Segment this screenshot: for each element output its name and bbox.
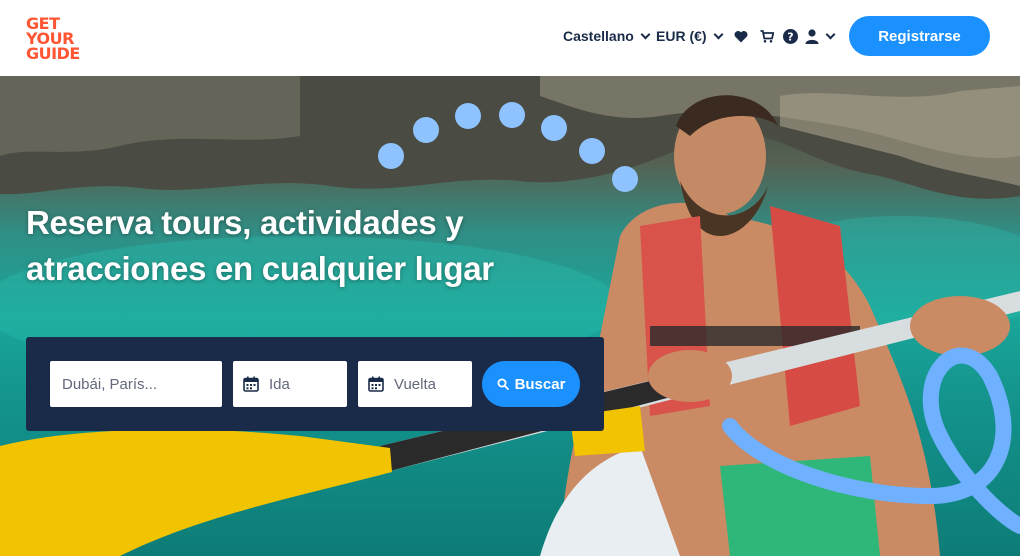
start-date-label: Ida bbox=[269, 375, 290, 393]
help-icon[interactable]: ? bbox=[782, 28, 798, 44]
search-icon bbox=[497, 378, 509, 390]
svg-text:?: ? bbox=[787, 30, 793, 43]
chevron-down-icon bbox=[640, 29, 651, 39]
headline-line-1: Reserva tours, actividades y bbox=[26, 204, 464, 241]
site-header: GET YOUR GUIDE Castellano EUR (€) ? Regi… bbox=[0, 0, 1020, 76]
headline-line-2: atracciones en cualquier lugar bbox=[26, 250, 494, 287]
start-date-field[interactable]: Ida bbox=[233, 361, 347, 407]
end-date-label: Vuelta bbox=[394, 375, 436, 393]
search-button-label: Buscar bbox=[514, 375, 566, 393]
destination-field[interactable] bbox=[50, 361, 222, 407]
currency-selector[interactable]: EUR (€) bbox=[656, 28, 724, 44]
hero-headline: Reserva tours, actividades y atracciones… bbox=[26, 200, 566, 292]
search-button[interactable]: Buscar bbox=[482, 361, 580, 407]
hero-photo bbox=[0, 76, 1020, 556]
hero-banner: Reserva tours, actividades y atracciones… bbox=[0, 76, 1020, 556]
currency-label: EUR (€) bbox=[656, 28, 707, 44]
chevron-down-icon bbox=[713, 29, 724, 39]
user-icon bbox=[805, 28, 819, 44]
user-menu[interactable] bbox=[805, 28, 839, 44]
language-selector[interactable]: Castellano bbox=[563, 28, 651, 44]
search-panel: Ida Vuelta Buscar bbox=[26, 337, 604, 431]
chevron-down-icon bbox=[825, 29, 836, 39]
end-date-field[interactable]: Vuelta bbox=[358, 361, 472, 407]
register-button[interactable]: Registrarse bbox=[849, 16, 990, 56]
heart-icon[interactable] bbox=[733, 28, 749, 44]
cart-icon[interactable] bbox=[759, 28, 775, 44]
destination-input[interactable] bbox=[62, 375, 212, 393]
calendar-icon bbox=[243, 376, 259, 392]
calendar-icon bbox=[368, 376, 384, 392]
language-label: Castellano bbox=[563, 28, 634, 44]
